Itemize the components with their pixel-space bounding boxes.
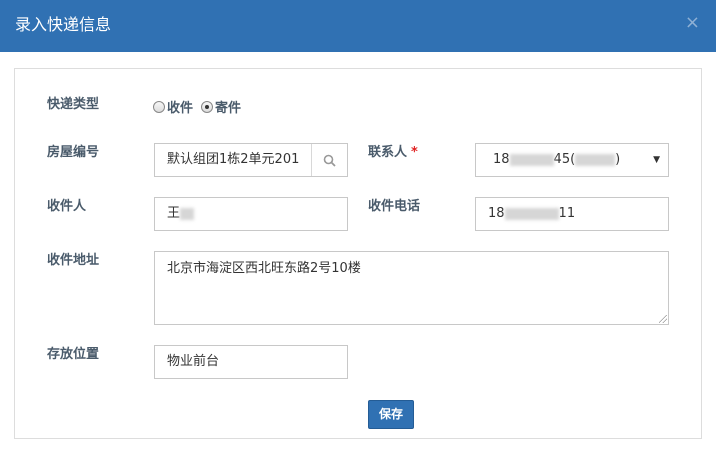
storage-input[interactable]: 物业前台 <box>154 345 348 379</box>
radio-send[interactable]: 寄件 <box>201 97 241 116</box>
storage-label: 存放位置 <box>47 347 100 362</box>
phone-value-prefix: 18 <box>488 206 505 221</box>
room-search-button[interactable] <box>311 144 347 176</box>
save-button[interactable]: 保存 <box>368 400 414 429</box>
radio-receive[interactable]: 收件 <box>153 97 193 116</box>
masked-receiver <box>180 207 195 220</box>
contact-label-text: 联系人 <box>368 145 408 160</box>
masked-name <box>575 153 616 166</box>
address-textarea[interactable]: 北京市海淀区西北旺东路2号10楼 <box>154 251 669 325</box>
radio-send-label: 寄件 <box>215 101 242 116</box>
contact-label: 联系人 * <box>368 144 418 162</box>
room-input[interactable]: 默认组团1栋2单元201 <box>154 143 348 177</box>
room-label: 房屋编号 <box>47 145 100 160</box>
storage-value: 物业前台 <box>167 354 220 369</box>
radio-receive-circle[interactable] <box>153 100 165 113</box>
phone-value-suffix: 11 <box>558 206 576 221</box>
contact-value-prefix: 18 <box>493 152 510 167</box>
address-label: 收件地址 <box>47 253 100 268</box>
phone-label: 收件电话 <box>368 199 421 214</box>
radio-receive-label: 收件 <box>167 101 194 116</box>
contact-select[interactable]: 18 45() ▼ <box>475 143 669 177</box>
type-radio-group: 收件 寄件 <box>153 97 249 116</box>
radio-send-circle[interactable] <box>201 100 214 113</box>
dialog-title: 录入快递信息 <box>15 15 112 34</box>
required-mark: * <box>411 145 418 160</box>
close-icon[interactable]: × <box>685 13 700 33</box>
contact-value-mid: 45( <box>553 152 576 167</box>
phone-input[interactable]: 18 11 <box>475 197 669 231</box>
type-label: 快递类型 <box>47 97 100 112</box>
address-value: 北京市海淀区西北旺东路2号10楼 <box>167 261 361 276</box>
caret-down-icon: ▼ <box>653 155 660 165</box>
search-icon <box>323 154 336 167</box>
room-value: 默认组团1栋2单元201 <box>167 152 300 167</box>
resize-handle[interactable] <box>659 315 667 323</box>
masked-digits <box>509 153 554 166</box>
masked-phone <box>504 207 559 220</box>
contact-value-suffix: ) <box>615 152 621 167</box>
receiver-label: 收件人 <box>47 199 87 214</box>
receiver-input[interactable]: 王 <box>154 197 348 231</box>
dialog-header: 录入快递信息 × <box>0 0 716 52</box>
receiver-value: 王 <box>167 206 181 221</box>
